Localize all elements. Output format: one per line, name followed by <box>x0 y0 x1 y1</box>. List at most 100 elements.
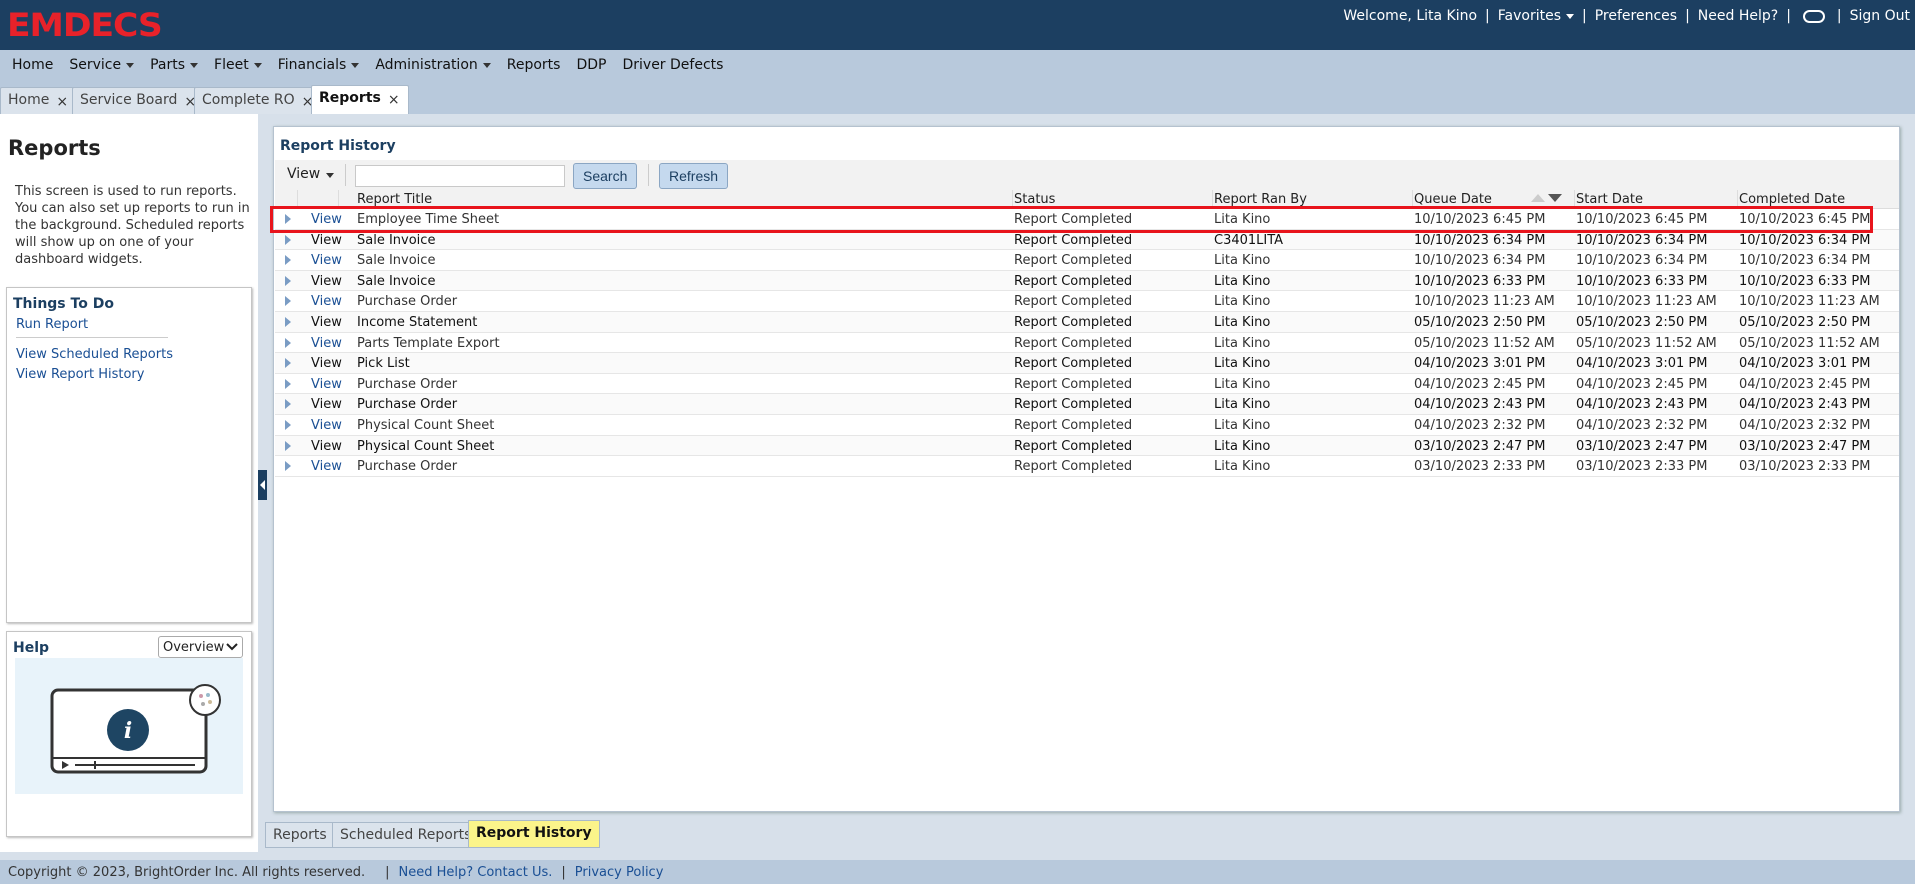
view-report-history-link[interactable]: View Report History <box>16 367 144 382</box>
sort-descending-icon[interactable] <box>1548 194 1562 202</box>
table-row[interactable]: View Employee Time Sheet Report Completed L… <box>275 209 1899 230</box>
page-description: This screen is used to run reports. You … <box>15 184 250 267</box>
expand-row-icon[interactable] <box>285 440 291 451</box>
menu-item-administration[interactable]: Administration <box>367 57 498 73</box>
view-report-link[interactable]: View <box>311 274 342 289</box>
table-row[interactable]: View Sale Invoice Report Completed Lita Kin… <box>275 270 1899 292</box>
cell-report-title: Purchase Order <box>357 376 458 392</box>
expand-row-icon[interactable] <box>285 234 291 245</box>
view-report-link[interactable]: View <box>311 212 342 227</box>
view-scheduled-reports-link[interactable]: View Scheduled Reports <box>16 347 173 362</box>
view-report-link[interactable]: View <box>311 233 342 248</box>
view-report-link[interactable]: View <box>311 315 342 330</box>
table-row[interactable]: View Physical Count Sheet Report Completed… <box>275 415 1899 436</box>
table-row[interactable]: View Income Statement Report Completed Lita… <box>275 311 1899 333</box>
column-header-report-title[interactable]: Report Title <box>357 192 432 207</box>
tab-label: Service Board <box>80 92 178 108</box>
chat-icon[interactable] <box>1802 9 1825 23</box>
menu-item-driver-defects[interactable]: Driver Defects <box>614 57 731 73</box>
table-row[interactable]: View Purchase Order Report Completed Lita K… <box>275 394 1899 415</box>
expand-row-icon[interactable] <box>285 399 291 410</box>
menu-item-fleet[interactable]: Fleet <box>206 57 270 73</box>
close-icon[interactable]: × <box>388 92 400 108</box>
expand-row-icon[interactable] <box>285 378 291 389</box>
view-report-link[interactable]: View <box>311 356 342 371</box>
menu-item-financials[interactable]: Financials <box>270 57 368 73</box>
column-header-start-date[interactable]: Start Date <box>1576 192 1643 207</box>
refresh-button[interactable]: Refresh <box>659 163 729 189</box>
column-header-queue-date[interactable]: Queue Date <box>1414 192 1492 207</box>
table-row[interactable]: View Parts Template Export Report Complete… <box>275 333 1899 354</box>
cell-status: Report Completed <box>1014 273 1133 289</box>
contact-help-link[interactable]: Need Help? Contact Us. <box>399 865 553 880</box>
view-report-link[interactable]: View <box>311 397 342 412</box>
cell-report-title: Pick List <box>357 356 410 372</box>
view-report-link[interactable]: View <box>311 418 342 433</box>
preferences-link[interactable]: Preferences <box>1595 8 1677 24</box>
emdecs-logo[interactable]: EMDECS <box>7 6 163 44</box>
view-report-link[interactable]: View <box>311 253 342 268</box>
sign-out-link[interactable]: Sign Out <box>1850 8 1910 24</box>
menu-item-label: Home <box>12 57 54 73</box>
menu-item-ddp[interactable]: DDP <box>568 57 614 73</box>
search-input[interactable] <box>355 165 565 187</box>
svg-text:i: i <box>124 718 132 744</box>
expand-row-icon[interactable] <box>285 419 291 430</box>
tab-label: Complete RO <box>202 92 295 108</box>
expand-row-icon[interactable] <box>285 316 291 327</box>
tab-home[interactable]: Home × <box>0 87 78 114</box>
menu-item-label: Driver Defects <box>622 57 724 73</box>
cell-report-title: Purchase Order <box>357 294 458 310</box>
bottom-tab-reports[interactable]: Reports <box>265 822 335 848</box>
table-row[interactable]: View Physical Count Sheet Report Completed… <box>275 435 1899 457</box>
sort-ascending-icon[interactable] <box>1531 194 1545 202</box>
view-report-link[interactable]: View <box>311 439 342 454</box>
expand-row-icon[interactable] <box>285 214 291 224</box>
tab-reports[interactable]: Reports × <box>311 85 409 114</box>
menu-item-reports[interactable]: Reports <box>499 57 569 73</box>
menu-item-parts[interactable]: Parts <box>142 57 206 73</box>
expand-row-icon[interactable] <box>285 337 291 348</box>
expand-row-icon[interactable] <box>285 358 291 369</box>
table-row[interactable]: View Sale Invoice Report Completed Lita Kin… <box>275 250 1899 271</box>
table-row[interactable]: View Pick List Report Completed Lita Kino 04… <box>275 353 1899 374</box>
view-report-link[interactable]: View <box>311 377 342 392</box>
table-row[interactable]: View Purchase Order Report Completed Lita K… <box>275 456 1899 477</box>
expand-row-icon[interactable] <box>285 255 291 266</box>
table-row[interactable]: View Purchase Order Report Completed Lita K… <box>275 374 1899 395</box>
view-report-link[interactable]: View <box>311 294 342 309</box>
cell-status: Report Completed <box>1014 356 1133 372</box>
view-report-link[interactable]: View <box>311 459 342 474</box>
collapse-panel-handle[interactable] <box>258 470 267 500</box>
column-header-status[interactable]: Status <box>1014 192 1055 207</box>
help-video-thumbnail[interactable]: i <box>15 658 243 794</box>
bottom-tab-report-history[interactable]: Report History <box>468 820 600 848</box>
table-row[interactable]: View Purchase Order Report Completed Lita K… <box>275 291 1899 312</box>
column-separator <box>1012 190 1013 209</box>
table-row[interactable]: View Sale Invoice Report Completed C3401LIT… <box>275 229 1899 251</box>
cell-queue-date: 03/10/2023 2:33 PM <box>1414 459 1546 475</box>
expand-row-icon[interactable] <box>285 296 291 307</box>
help-topic-select[interactable]: Overview <box>158 636 243 658</box>
cell-status: Report Completed <box>1014 212 1133 227</box>
view-menu-button[interactable]: View <box>287 166 335 182</box>
expand-row-icon[interactable] <box>285 275 291 286</box>
column-header-completed-date[interactable]: Completed Date <box>1739 192 1845 207</box>
tab-complete-ro[interactable]: Complete RO × <box>194 87 323 114</box>
bottom-tab-scheduled-reports[interactable]: Scheduled Reports <box>332 822 480 848</box>
cell-report-title: Sale Invoice <box>357 232 436 248</box>
close-icon[interactable]: × <box>56 94 68 110</box>
expand-row-icon[interactable] <box>285 461 291 472</box>
favorites-menu[interactable]: Favorites <box>1498 8 1575 24</box>
search-button[interactable]: Search <box>573 163 638 189</box>
menu-item-home[interactable]: Home <box>4 57 61 73</box>
tab-service-board[interactable]: Service Board × <box>72 87 206 114</box>
view-report-link[interactable]: View <box>311 336 342 351</box>
menu-item-service[interactable]: Service <box>61 57 142 73</box>
cell-start-date: 10/10/2023 6:34 PM <box>1576 253 1708 269</box>
chevron-down-icon <box>253 62 262 68</box>
need-help-link[interactable]: Need Help? <box>1698 8 1778 24</box>
run-report-link[interactable]: Run Report <box>16 317 88 332</box>
column-header-report-ran-by[interactable]: Report Ran By <box>1214 192 1307 207</box>
privacy-policy-link[interactable]: Privacy Policy <box>575 865 664 880</box>
